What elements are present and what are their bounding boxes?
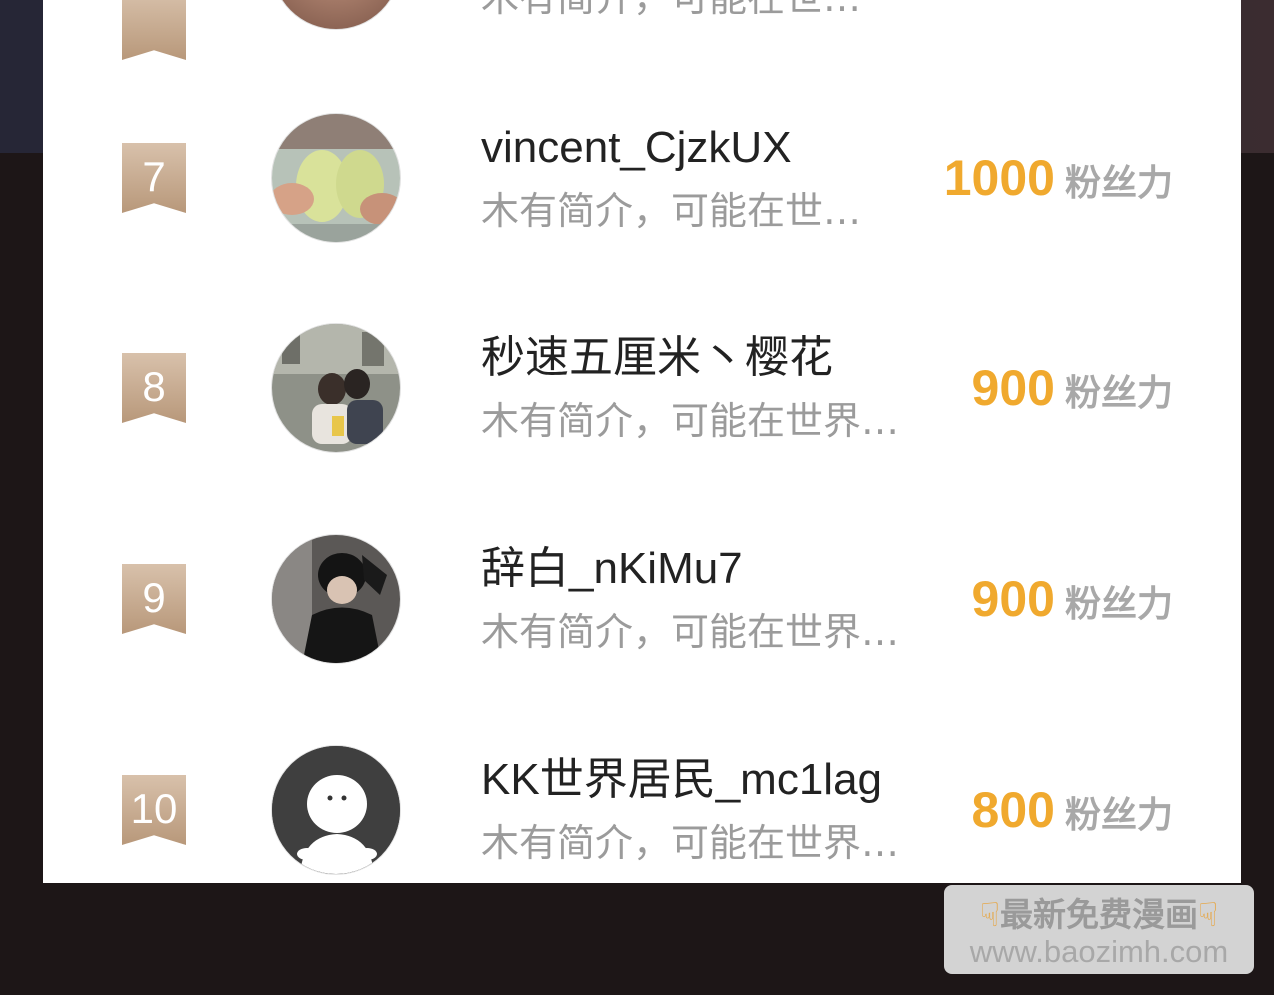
avatar[interactable] (271, 113, 401, 243)
watermark-title: ☟最新免费漫画☟ (944, 895, 1254, 935)
avatar[interactable] (271, 323, 401, 453)
watermark-url[interactable]: www.baozimh.com (944, 935, 1254, 969)
fan-score-value: 900 (971, 360, 1055, 416)
rank-number: 9 (142, 574, 166, 621)
user-desc: 木有简介，可能在世… (481, 0, 861, 21)
fan-score-unit: 粉丝力 (1064, 795, 1173, 836)
avatar-image (272, 535, 400, 663)
user-name: KK世界居民_mc1lag (481, 755, 883, 804)
rank-number: 7 (142, 153, 166, 200)
rank-badge: 10 (122, 775, 186, 845)
ranking-panel: 木有简介，可能在世… 7 vincent_CjzkUX 木有简介，可能在世… 1… (43, 0, 1241, 883)
avatar[interactable] (271, 745, 401, 875)
fan-score: 900 粉丝力 (972, 358, 1173, 430)
user-name: 秒速五厘米丶樱花 (481, 333, 833, 382)
rank-badge (122, 0, 186, 60)
list-item[interactable]: 9 辞白_nKiMu7 木有简介，可能在世界… 900 粉丝力 (43, 499, 1241, 699)
rank-number: 10 (130, 785, 178, 832)
pointing-down-hand-icon: ☟ (1198, 895, 1219, 934)
avatar[interactable] (271, 534, 401, 664)
fan-score-unit: 粉丝力 (1064, 584, 1173, 625)
avatar-image (272, 114, 400, 242)
fan-score-unit: 粉丝力 (1064, 163, 1173, 204)
avatar-image (272, 324, 400, 452)
user-name: 辞白_nKiMu7 (481, 544, 743, 593)
list-item[interactable]: 8 秒速五厘米丶樱花 木有简介，可能在世界… 900 粉丝力 (43, 288, 1241, 488)
fan-score-unit: 粉丝力 (1064, 373, 1173, 414)
avatar[interactable] (271, 0, 401, 30)
rank-badge: 7 (122, 143, 186, 213)
list-item[interactable]: 7 vincent_CjzkUX 木有简介，可能在世… 1000 粉丝力 (43, 78, 1241, 278)
fan-score-value: 900 (971, 571, 1055, 627)
watermark-text: 最新免费漫画 (1000, 895, 1198, 934)
user-desc: 木有简介，可能在世界… (481, 610, 900, 654)
user-desc: 木有简介，可能在世… (481, 189, 862, 233)
watermark[interactable]: ☟最新免费漫画☟ www.baozimh.com (944, 885, 1254, 974)
user-desc: 木有简介，可能在世界… (481, 399, 900, 443)
fan-score-value: 1000 (943, 150, 1055, 206)
fan-score: 800 粉丝力 (972, 780, 1173, 852)
pointing-down-hand-icon: ☟ (979, 895, 1000, 934)
user-desc: 木有简介，可能在世界… (481, 821, 900, 865)
rank-badge: 9 (122, 564, 186, 634)
rank-badge: 8 (122, 353, 186, 423)
fan-score: 1000 粉丝力 (944, 148, 1173, 220)
list-item[interactable]: 10 KK世界居民_mc1lag 木有简介，可能在世界… 800 粉丝力 (43, 710, 1241, 883)
fan-score: 900 粉丝力 (972, 569, 1173, 641)
fan-score-value: 800 (971, 782, 1055, 838)
default-avatar-icon (272, 746, 400, 874)
rank-number: 8 (142, 363, 166, 410)
user-name: vincent_CjzkUX (481, 123, 792, 172)
